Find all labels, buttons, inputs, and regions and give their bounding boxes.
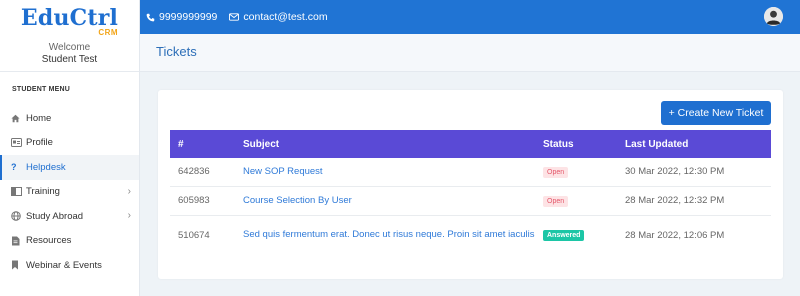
sidebar-item-study-abroad[interactable]: Study Abroad › — [0, 204, 139, 229]
ticket-id: 642836 — [178, 166, 210, 178]
email-contact[interactable]: contact@test.com — [229, 11, 328, 23]
table-header-row: # Subject Status Last Updated — [170, 130, 771, 158]
bookmark-icon — [11, 260, 26, 270]
status-badge: Open — [543, 195, 569, 207]
tickets-card: + Create New Ticket # Subject Status Las… — [158, 90, 783, 279]
sidebar-item-label: Study Abroad — [26, 210, 84, 222]
sidebar-item-label: Helpdesk — [26, 161, 66, 173]
column-header-last-updated[interactable]: Last Updated — [625, 130, 771, 158]
create-ticket-button[interactable]: + Create New Ticket — [661, 101, 771, 125]
tickets-table: # Subject Status Last Updated 642836 New… — [170, 130, 771, 255]
email-address: contact@test.com — [243, 11, 328, 23]
topbar: 9999999999 contact@test.com — [140, 0, 800, 34]
sidebar-item-home[interactable]: Home — [0, 106, 139, 131]
chevron-right-icon: › — [127, 185, 131, 197]
table-row[interactable]: 642836 New SOP Request Open 30 Mar 2022,… — [170, 158, 771, 186]
sidebar-item-webinar-events[interactable]: Webinar & Events — [0, 253, 139, 278]
sidebar-item-training[interactable]: Training › — [0, 180, 139, 205]
column-header-status[interactable]: Status — [543, 130, 625, 158]
ticket-last-updated: 28 Mar 2022, 12:32 PM — [625, 195, 725, 206]
id-card-icon — [11, 138, 26, 148]
phone-icon — [146, 13, 155, 22]
status-badge: Open — [543, 166, 569, 178]
sidebar-item-resources[interactable]: Resources — [0, 229, 139, 254]
welcome-text: Welcome — [48, 42, 91, 53]
globe-icon — [11, 211, 26, 222]
status-badge: Answered — [543, 230, 585, 242]
ticket-id: 510674 — [178, 229, 210, 241]
brand-block: EduCtrl CRM Welcome Student Test — [0, 0, 139, 72]
ticket-last-updated: 28 Mar 2022, 12:06 PM — [625, 229, 725, 241]
logo-crm-label: CRM — [98, 28, 119, 37]
sidebar-item-label: Home — [26, 112, 52, 124]
sidebar-item-helpdesk[interactable]: ? Helpdesk — [0, 155, 139, 180]
sidebar-item-profile[interactable]: Profile — [0, 131, 139, 156]
page-header: Tickets — [140, 34, 800, 72]
sidebar: EduCtrl CRM Welcome Student Test STUDENT… — [0, 0, 140, 296]
avatar[interactable] — [764, 7, 783, 26]
logo[interactable]: EduCtrl CRM — [21, 6, 118, 37]
ticket-last-updated: 30 Mar 2022, 12:30 PM — [625, 166, 725, 178]
table-row[interactable]: 510674 Sed quis fermentum erat. Donec ut… — [170, 215, 771, 255]
envelope-icon — [229, 13, 240, 21]
column-header-subject[interactable]: Subject — [243, 130, 543, 158]
phone-contact[interactable]: 9999999999 — [146, 11, 217, 23]
ticket-subject-link[interactable]: New SOP Request — [243, 166, 323, 177]
user-name: Student Test — [41, 54, 98, 65]
chevron-right-icon: › — [127, 210, 131, 221]
document-icon — [11, 236, 26, 246]
sidebar-item-label: Resources — [26, 235, 72, 247]
home-icon — [11, 114, 26, 123]
phone-number: 9999999999 — [159, 11, 218, 23]
ticket-subject-link[interactable]: Sed quis fermentum erat. Donec ut risus … — [243, 229, 534, 240]
sidebar-item-label: Profile — [26, 137, 53, 149]
ticket-subject-link[interactable]: Course Selection By User — [243, 195, 352, 206]
column-header-id[interactable]: # — [170, 130, 243, 158]
presentation-icon — [11, 187, 26, 197]
question-icon: ? — [11, 162, 17, 173]
page-title: Tickets — [156, 44, 197, 59]
sidebar-item-label: Webinar & Events — [26, 259, 102, 271]
menu-title: STUDENT MENU — [12, 86, 71, 93]
ticket-id: 605983 — [178, 195, 210, 206]
sidebar-item-label: Training — [26, 186, 60, 198]
table-row[interactable]: 605983 Course Selection By User Open 28 … — [170, 186, 771, 215]
